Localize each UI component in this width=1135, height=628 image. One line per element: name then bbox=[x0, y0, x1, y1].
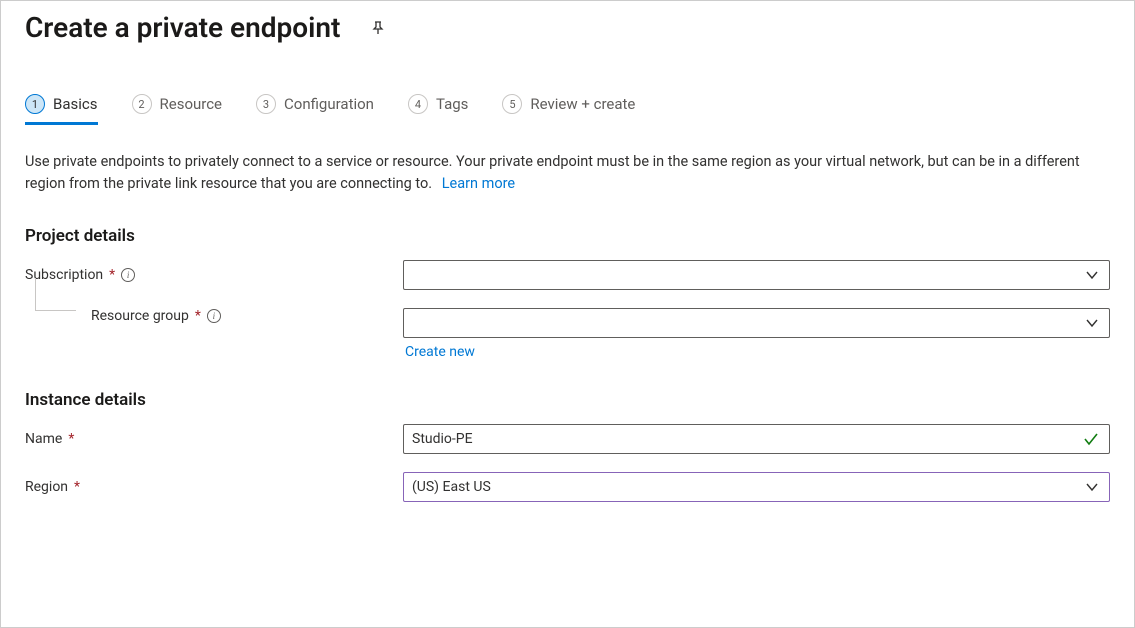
label-name: Name * bbox=[25, 431, 403, 447]
info-icon[interactable]: i bbox=[121, 268, 135, 282]
section-instance-details: Instance details bbox=[25, 390, 1110, 410]
row-name: Name * Studio-PE bbox=[25, 424, 1110, 454]
field-label: Name bbox=[25, 431, 62, 447]
label-subscription: Subscription * i bbox=[25, 267, 403, 283]
step-number: 5 bbox=[502, 94, 522, 114]
step-number: 4 bbox=[408, 94, 428, 114]
tab-configuration[interactable]: 3 Configuration bbox=[256, 94, 374, 125]
title-row: Create a private endpoint bbox=[25, 11, 1110, 44]
field-label: Resource group bbox=[91, 308, 189, 324]
field-region: (US) East US bbox=[403, 472, 1110, 502]
chevron-down-icon bbox=[1085, 480, 1099, 494]
row-resource-group: Resource group * i Create new bbox=[25, 308, 1110, 360]
label-region: Region * bbox=[25, 479, 403, 495]
field-resource-group: Create new bbox=[403, 308, 1110, 360]
tab-label: Tags bbox=[436, 95, 468, 113]
wizard-tabs: 1 Basics 2 Resource 3 Configuration 4 Ta… bbox=[25, 94, 1110, 125]
row-region: Region * (US) East US bbox=[25, 472, 1110, 502]
row-subscription: Subscription * i bbox=[25, 260, 1110, 290]
checkmark-icon bbox=[1083, 431, 1099, 447]
region-select[interactable]: (US) East US bbox=[403, 472, 1110, 502]
field-subscription bbox=[403, 260, 1110, 290]
tab-label: Review + create bbox=[530, 95, 635, 113]
step-number: 1 bbox=[25, 94, 45, 114]
label-resource-group: Resource group * i bbox=[25, 308, 403, 324]
page-frame: Create a private endpoint 1 Basics 2 Res… bbox=[0, 0, 1135, 628]
required-asterisk: * bbox=[109, 267, 115, 283]
page-title: Create a private endpoint bbox=[25, 11, 340, 44]
required-asterisk: * bbox=[195, 308, 201, 324]
required-asterisk: * bbox=[68, 431, 74, 447]
create-new-link[interactable]: Create new bbox=[403, 344, 1110, 360]
field-name: Studio-PE bbox=[403, 424, 1110, 454]
step-number: 3 bbox=[256, 94, 276, 114]
section-project-details: Project details bbox=[25, 226, 1110, 246]
subscription-select[interactable] bbox=[403, 260, 1110, 290]
tab-resource[interactable]: 2 Resource bbox=[132, 94, 223, 125]
learn-more-link[interactable]: Learn more bbox=[442, 175, 515, 192]
chevron-down-icon bbox=[1085, 316, 1099, 330]
pin-icon[interactable] bbox=[366, 16, 390, 40]
required-asterisk: * bbox=[74, 479, 80, 495]
tab-review-create[interactable]: 5 Review + create bbox=[502, 94, 635, 125]
tab-label: Resource bbox=[160, 95, 223, 113]
tab-basics[interactable]: 1 Basics bbox=[25, 94, 98, 125]
tab-label: Configuration bbox=[284, 95, 374, 113]
info-icon[interactable]: i bbox=[207, 309, 221, 323]
step-number: 2 bbox=[132, 94, 152, 114]
description-text: Use private endpoints to privately conne… bbox=[25, 153, 1080, 192]
tab-label: Basics bbox=[53, 95, 98, 113]
chevron-down-icon bbox=[1085, 268, 1099, 282]
select-value: (US) East US bbox=[412, 479, 491, 495]
name-input[interactable]: Studio-PE bbox=[403, 424, 1110, 454]
input-value: Studio-PE bbox=[412, 431, 473, 447]
tab-tags[interactable]: 4 Tags bbox=[408, 94, 468, 125]
field-label: Region bbox=[25, 479, 68, 495]
resource-group-select[interactable] bbox=[403, 308, 1110, 338]
tab-description: Use private endpoints to privately conne… bbox=[25, 151, 1110, 196]
